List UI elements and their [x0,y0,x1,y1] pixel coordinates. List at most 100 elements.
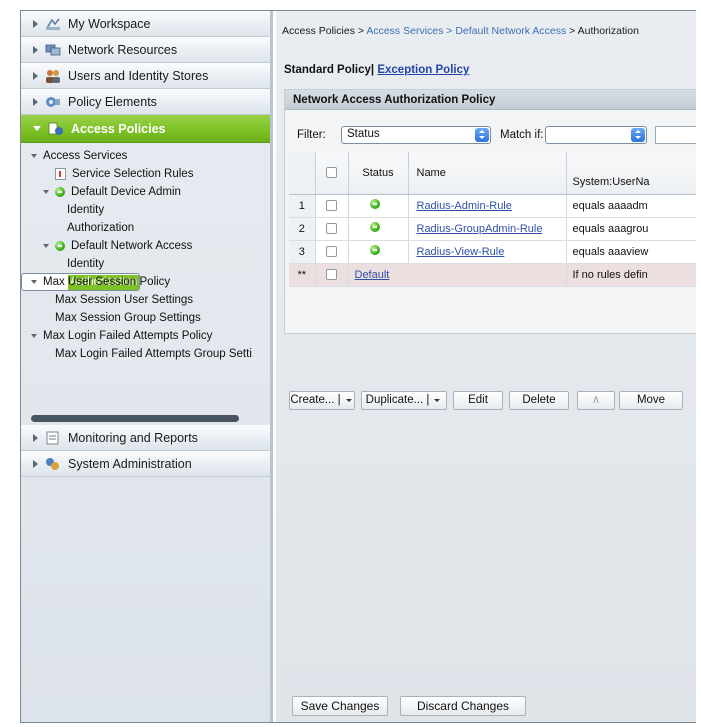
breadcrumb-authorization: > Authorization [569,25,639,37]
match-if-select[interactable] [545,126,647,144]
status-cell [348,194,409,218]
dropdown-arrow-icon [432,394,442,406]
service-enabled-icon [55,241,65,251]
workspace-icon [45,17,61,31]
row-checkbox[interactable] [326,200,337,212]
tree-node-service-selection-rules[interactable]: Service Selection Rules [21,165,270,183]
save-changes-button[interactable]: Save Changes [292,696,388,716]
rule-name-link[interactable]: Radius-GroupAdmin-Rule [417,223,543,235]
rules-action-bar: Create... | Duplicate... | Edit Delete ∧… [285,387,696,413]
nav-lower-drawers: Monitoring and Reports System Administra… [21,425,270,477]
status-cell [348,240,409,264]
table-row[interactable]: 2 Radius-GroupAdmin-Rule equals aaagrou [289,217,696,241]
condition-cell: equals aaagrou [566,217,696,241]
expand-arrow-icon [33,71,38,80]
row-checkbox[interactable] [326,246,337,258]
rule-name-link[interactable]: Radius-Admin-Rule [417,200,512,212]
discard-changes-button[interactable]: Discard Changes [400,696,526,716]
condition-header[interactable]: System:UserNa [566,152,696,195]
drawer-label: My Workspace [68,16,151,31]
drawer-label: Policy Elements [68,94,157,109]
filter-select[interactable]: Status [341,126,491,144]
tree-expanded-icon [31,334,37,338]
tree-node-max-login-failed-attempts-group-settings[interactable]: Max Login Failed Attempts Group Setti [21,345,270,363]
filter-value-input[interactable] [655,126,696,144]
rules-icon [55,168,66,180]
expand-arrow-icon [33,459,38,468]
row-number: ** [289,263,316,287]
nav-horizontal-scrollbar[interactable] [31,415,239,422]
drawer-label: Monitoring and Reports [68,430,198,445]
users-icon [45,69,61,83]
tree-node-max-login-failed-attempts-policy[interactable]: Max Login Failed Attempts Policy [21,327,270,345]
rule-name-link[interactable]: Radius-View-Rule [417,246,505,258]
filter-bar: Filter: Status Match if: [285,118,696,148]
enabled-status-icon [370,222,380,232]
row-checkbox-cell [315,194,349,218]
tree-node-identity[interactable]: Identity [21,255,270,273]
drawer-policy-elements[interactable]: Policy Elements [21,89,270,115]
name-cell: Default [348,263,567,287]
status-cell [348,217,409,241]
row-number: 3 [289,240,316,264]
drawer-access-policies[interactable]: Access Policies [21,115,270,143]
system-admin-icon [45,457,61,471]
default-rule-row[interactable]: ** Default If no rules defin [289,263,696,287]
tree-node-authorization[interactable]: Authorization [21,219,270,237]
table-header-row: Status Name System:UserNa [289,152,696,195]
breadcrumb-access-services-link[interactable]: Access Services > [366,25,452,37]
delete-button[interactable]: Delete [509,391,569,410]
main-content: Access Policies > Access Services > Defa… [276,11,696,722]
status-header[interactable]: Status [348,152,409,195]
drawer-label: Network Resources [68,42,178,57]
tree-node-identity[interactable]: Identity [21,201,270,219]
enabled-status-icon [370,199,380,209]
monitoring-icon [45,431,61,445]
left-navigation: My Workspace Network Resources Users and… [21,11,273,722]
edit-button[interactable]: Edit [453,391,503,410]
drawer-label: Users and Identity Stores [68,68,209,83]
duplicate-button-label: Duplicate... | [365,394,430,406]
drawer-my-workspace[interactable]: My Workspace [21,11,270,37]
rules-table: Status Name System:UserNa 1 Radius-Admin… [289,152,696,287]
table-row[interactable]: 1 Radius-Admin-Rule equals aaaadm [289,194,696,218]
row-checkbox-cell [315,263,349,287]
condition-cell: If no rules defin [566,263,696,287]
expand-arrow-icon [33,97,38,106]
panel-title: Network Access Authorization Policy [285,90,696,110]
drawer-users-identity-stores[interactable]: Users and Identity Stores [21,63,270,89]
app-window: My Workspace Network Resources Users and… [20,10,696,723]
select-all-checkbox[interactable] [326,167,337,179]
tree-node-max-session-group-settings[interactable]: Max Session Group Settings [21,309,270,327]
dropdown-arrow-icon [344,394,354,406]
tree-node-default-network-access[interactable]: Default Network Access [21,237,270,255]
expand-arrow-icon [33,19,38,28]
move-up-button[interactable]: ∧ [577,391,615,410]
tab-standard-policy[interactable]: Standard Policy| [284,64,374,76]
tree-node-access-services[interactable]: Access Services [21,147,270,165]
filter-label: Filter: [297,129,326,141]
tree-expanded-icon [43,190,49,194]
tree-node-max-session-user-settings[interactable]: Max Session User Settings [21,291,270,309]
tree-node-max-user-session-policy[interactable]: Max User Session Policy [21,273,270,291]
tab-exception-policy[interactable]: Exception Policy [377,64,469,76]
drawer-label: System Administration [68,456,192,471]
tree-expanded-icon [43,244,49,248]
drawer-monitoring-reports[interactable]: Monitoring and Reports [21,425,270,451]
expand-arrow-icon [33,45,38,54]
drawer-network-resources[interactable]: Network Resources [21,37,270,63]
breadcrumb: Access Policies > Access Services > Defa… [282,25,639,37]
row-checkbox[interactable] [326,223,337,235]
breadcrumb-default-network-access-link[interactable]: Default Network Access [455,25,566,37]
duplicate-button[interactable]: Duplicate... | [361,391,447,410]
row-checkbox-cell [315,217,349,241]
network-resources-icon [45,43,61,57]
table-row[interactable]: 3 Radius-View-Rule equals aaaview [289,240,696,264]
move-button[interactable]: Move [619,391,683,410]
default-rule-link[interactable]: Default [355,269,390,281]
tree-node-default-device-admin[interactable]: Default Device Admin [21,183,270,201]
drawer-system-administration[interactable]: System Administration [21,451,270,477]
name-header[interactable]: Name [408,152,567,195]
create-button[interactable]: Create... | [289,391,355,410]
row-checkbox[interactable] [326,269,337,281]
